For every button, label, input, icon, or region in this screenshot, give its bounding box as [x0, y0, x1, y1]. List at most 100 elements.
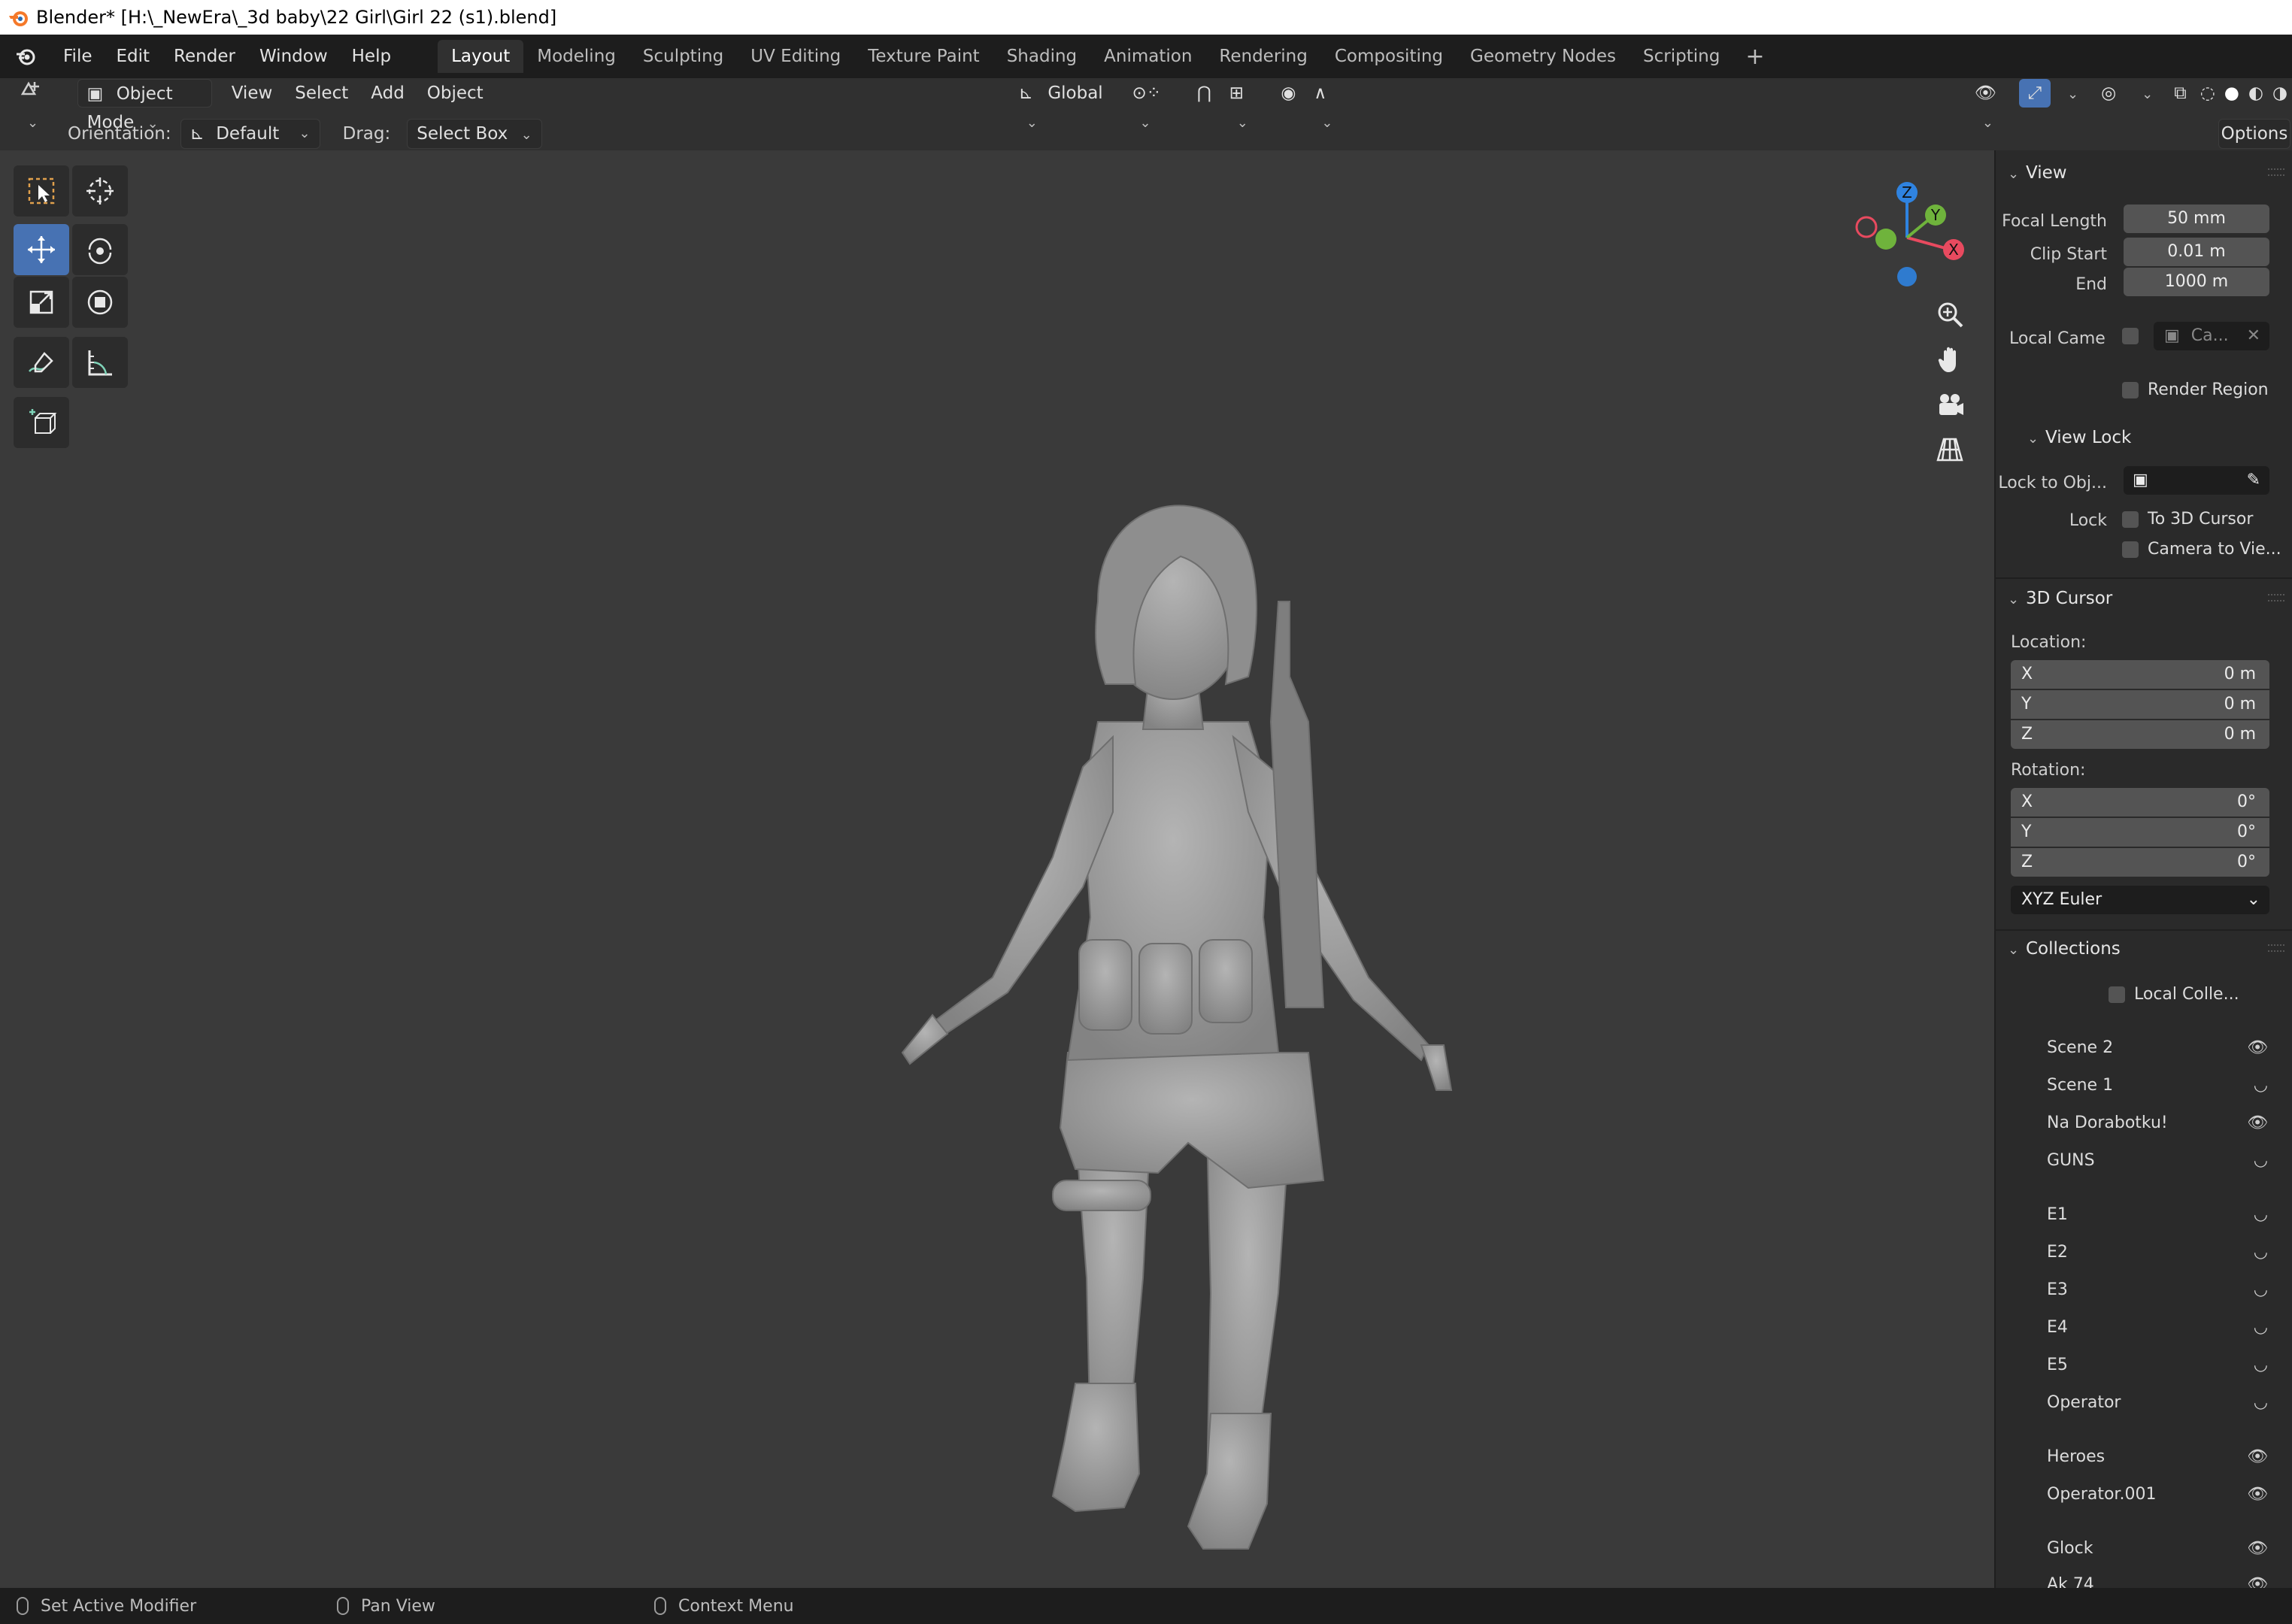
- options-dropdown[interactable]: Options: [2218, 119, 2290, 149]
- tab-scripting[interactable]: Scripting: [1630, 40, 1733, 73]
- eye-closed-icon[interactable]: ◡: [2254, 1311, 2268, 1344]
- blender-menu-icon[interactable]: [0, 45, 51, 68]
- gizmo-options-button[interactable]: ⌄: [2051, 79, 2087, 108]
- collection-item-e3[interactable]: E3 ◡: [2047, 1274, 2272, 1307]
- collection-item-heroes[interactable]: Heroes 👁: [2047, 1441, 2272, 1474]
- proportional-edit-toggle[interactable]: ◉: [1272, 79, 1305, 108]
- render-region-checkbox[interactable]: [2122, 382, 2139, 398]
- focal-length-field[interactable]: 50 mm: [2124, 205, 2269, 233]
- eye-icon[interactable]: 👁: [2247, 1107, 2268, 1140]
- character-model[interactable]: [827, 331, 1564, 1564]
- menu-file[interactable]: File: [51, 35, 105, 78]
- lock-to-cursor-checkbox[interactable]: [2122, 511, 2139, 528]
- panel-view-header[interactable]: ⌄ View: [2008, 158, 2067, 188]
- tab-shading[interactable]: Shading: [993, 40, 1090, 73]
- collection-item-ak-74[interactable]: Ak 74 👁: [2047, 1568, 2272, 1588]
- shading-wireframe-button[interactable]: ◌: [2196, 79, 2220, 108]
- overlays-toggle[interactable]: ◎: [2092, 79, 2125, 108]
- eye-closed-icon[interactable]: ◡: [2254, 1198, 2268, 1232]
- cursor-tool[interactable]: [72, 165, 128, 217]
- eye-closed-icon[interactable]: ◡: [2254, 1274, 2268, 1307]
- overlays-options-button[interactable]: ⌄: [2125, 79, 2162, 108]
- 3d-viewport[interactable]: Z X Y: [0, 150, 1994, 1588]
- tab-compositing[interactable]: Compositing: [1321, 40, 1457, 73]
- collection-item-operator-001[interactable]: Operator.001 👁: [2047, 1478, 2272, 1511]
- measure-tool[interactable]: [72, 337, 128, 388]
- eye-closed-icon[interactable]: ◡: [2254, 1386, 2268, 1419]
- collection-item-e2[interactable]: E2 ◡: [2047, 1236, 2272, 1269]
- local-collections-checkbox[interactable]: [2109, 986, 2125, 1003]
- gizmo-neg-y-axis[interactable]: [1875, 229, 1896, 250]
- collection-item-scene-2[interactable]: Scene 2 👁: [2047, 1032, 2272, 1065]
- rotate-tool[interactable]: [72, 224, 128, 275]
- add-workspace-button[interactable]: +: [1733, 44, 1776, 70]
- gizmo-neg-z-axis[interactable]: [1897, 267, 1917, 286]
- cursor-rotation-y[interactable]: Y 0°: [2011, 818, 2269, 847]
- cursor-location-z[interactable]: Z0 m: [2011, 720, 2269, 749]
- scale-tool[interactable]: [14, 277, 69, 328]
- panel-grip-icon[interactable]: [2268, 944, 2284, 952]
- collection-item-operator[interactable]: Operator ◡: [2047, 1386, 2272, 1419]
- camera-to-view-checkbox[interactable]: [2122, 541, 2139, 558]
- local-camera-field[interactable]: ▣ Ca... ✕: [2154, 322, 2269, 350]
- tab-texture-paint[interactable]: Texture Paint: [854, 40, 993, 73]
- cursor-location-y[interactable]: Y0 m: [2011, 690, 2269, 719]
- header-menu-object[interactable]: Object: [418, 79, 493, 108]
- shading-material-button[interactable]: ◐: [2244, 79, 2268, 108]
- eye-closed-icon[interactable]: ◡: [2254, 1144, 2268, 1177]
- editor-type-button[interactable]: ⌄: [11, 79, 70, 131]
- tab-modeling[interactable]: Modeling: [523, 40, 629, 73]
- toggle-perspective-button[interactable]: [1929, 429, 1971, 471]
- eye-icon[interactable]: 👁: [2247, 1532, 2268, 1565]
- clip-start-field[interactable]: 0.01 m: [2124, 238, 2269, 266]
- collection-item-guns[interactable]: GUNS ◡: [2047, 1144, 2272, 1177]
- menu-help[interactable]: Help: [340, 35, 403, 78]
- collection-item-e5[interactable]: E5 ◡: [2047, 1349, 2272, 1382]
- collection-item-glock[interactable]: Glock 👁: [2047, 1532, 2272, 1565]
- menu-render[interactable]: Render: [162, 35, 247, 78]
- snap-toggle[interactable]: ⋂: [1188, 79, 1220, 108]
- gizmo-neg-x-axis[interactable]: [1855, 216, 1878, 238]
- collection-item-e1[interactable]: E1 ◡: [2047, 1198, 2272, 1232]
- eye-closed-icon[interactable]: ◡: [2254, 1236, 2268, 1269]
- tab-sculpting[interactable]: Sculpting: [629, 40, 737, 73]
- tab-animation[interactable]: Animation: [1090, 40, 1205, 73]
- collection-item-e4[interactable]: E4 ◡: [2047, 1311, 2272, 1344]
- cursor-rotation-z[interactable]: Z 0°: [2011, 848, 2269, 877]
- shading-solid-button[interactable]: ●: [2220, 79, 2244, 108]
- lock-to-object-field[interactable]: ▣ ✎: [2124, 466, 2269, 495]
- cursor-location-x[interactable]: X0 m: [2011, 660, 2269, 689]
- panel-grip-icon[interactable]: [2268, 168, 2284, 176]
- xray-toggle[interactable]: ⧉: [2165, 79, 2195, 108]
- tab-geometry-nodes[interactable]: Geometry Nodes: [1457, 40, 1630, 73]
- snap-target-button[interactable]: ⊞⌄: [1220, 79, 1266, 131]
- pivot-point-button[interactable]: ⊙⁘ ⌄: [1123, 79, 1185, 131]
- add-cube-tool[interactable]: [14, 397, 69, 448]
- collection-item-scene-1[interactable]: Scene 1 ◡: [2047, 1069, 2272, 1102]
- eye-icon[interactable]: 👁: [2247, 1478, 2268, 1511]
- navigation-gizmo[interactable]: Z X Y: [1835, 165, 1970, 301]
- proportional-falloff-button[interactable]: ∧⌄: [1305, 79, 1349, 131]
- tab-rendering[interactable]: Rendering: [1205, 40, 1320, 73]
- header-menu-add[interactable]: Add: [362, 79, 414, 108]
- tab-layout[interactable]: Layout: [438, 40, 524, 73]
- panel-collections-header[interactable]: ⌄ Collections: [2008, 934, 2121, 964]
- transform-orientation-dropdown[interactable]: ⊾ Global ⌄: [1010, 79, 1117, 131]
- cursor-rotation-x[interactable]: X 0°: [2011, 788, 2269, 817]
- panel-3d-cursor-header[interactable]: ⌄ 3D Cursor: [2008, 583, 2112, 614]
- eye-closed-icon[interactable]: ◡: [2254, 1349, 2268, 1382]
- camera-view-button[interactable]: [1929, 383, 1971, 426]
- zoom-view-button[interactable]: [1929, 293, 1971, 335]
- eyedropper-icon[interactable]: ✎: [2247, 466, 2260, 495]
- header-menu-view[interactable]: View: [223, 79, 282, 108]
- clear-x-icon[interactable]: ✕: [2247, 322, 2260, 350]
- collection-item-na-dorabotku[interactable]: Na Dorabotku! 👁: [2047, 1107, 2272, 1140]
- eye-icon[interactable]: 👁: [2247, 1568, 2268, 1588]
- visibility-selectability-button[interactable]: 👁⌄: [1966, 79, 2018, 131]
- mode-dropdown[interactable]: ▣ Object Mode ⌄: [77, 79, 212, 132]
- eye-icon[interactable]: 👁: [2247, 1032, 2268, 1065]
- transform-tool[interactable]: [72, 277, 128, 328]
- gizmo-toggle[interactable]: ⤢: [2018, 79, 2051, 108]
- select-box-tool[interactable]: [14, 165, 69, 217]
- shading-rendered-button[interactable]: ◑: [2268, 79, 2292, 108]
